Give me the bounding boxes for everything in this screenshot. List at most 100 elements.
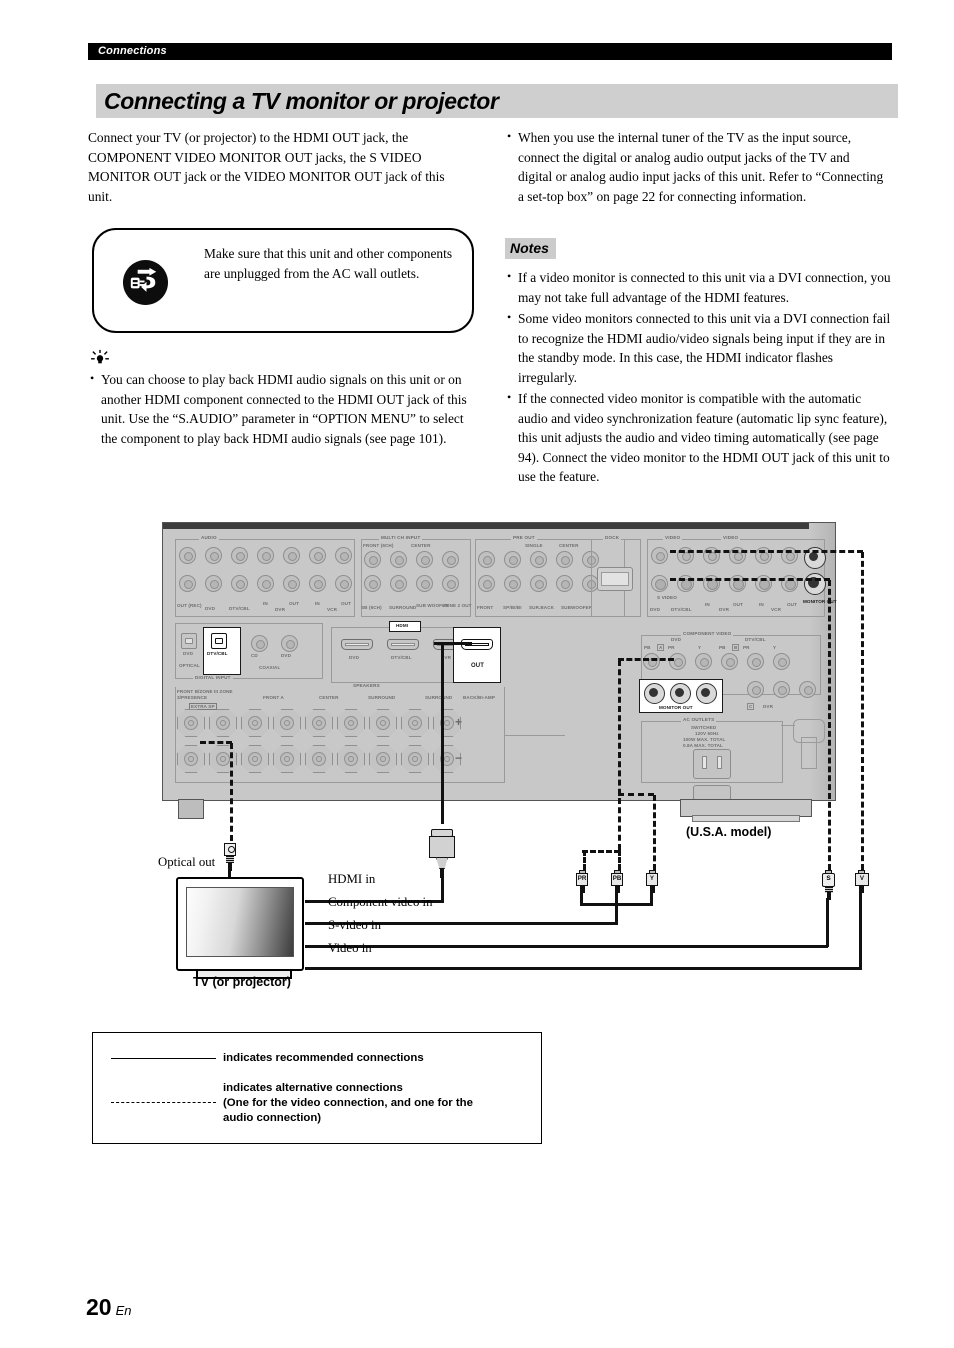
notes-list: If a video monitor is connected to this … <box>505 267 891 489</box>
audio-label-6: IN <box>315 601 320 606</box>
comp-label-pr-b: PR <box>743 645 750 650</box>
jack <box>530 575 547 592</box>
audio-label-8: OUT <box>341 601 351 606</box>
jack <box>747 681 764 698</box>
jack <box>364 551 381 568</box>
component-monitor-out-y[interactable] <box>696 683 717 704</box>
speaker-terminal <box>209 709 237 737</box>
jack <box>257 547 274 564</box>
component-monitor-out-pb[interactable] <box>644 683 665 704</box>
component-cable-dashed-drop2 <box>618 850 621 870</box>
hdmi-dvd-label: DVD <box>349 655 359 660</box>
dock-port <box>597 567 633 591</box>
s-video-cable-down <box>826 898 829 947</box>
multi-label-surround: SURROUND <box>389 605 417 610</box>
optical-dtv-port[interactable] <box>211 633 227 649</box>
hdmi-dtv-port <box>387 639 419 650</box>
jack <box>205 575 222 592</box>
jack <box>205 547 222 564</box>
tv-monitor <box>176 877 304 971</box>
multi-label-center: CENTER <box>411 543 431 548</box>
left-column: Connect your TV (or projector) to the HD… <box>88 128 470 206</box>
group-label-multi-ch: MULTI CH INPUT <box>379 535 423 540</box>
speaker-label-extrasp: EXTRA SP <box>189 703 217 710</box>
page-footer: 20 En <box>86 1294 132 1321</box>
group-label-s-video: S VIDEO <box>655 595 680 600</box>
component-cable-dashed-vertical <box>618 660 621 850</box>
s-video-cable-dashed-top <box>670 578 830 581</box>
jack <box>416 575 433 592</box>
optical-label: OPTICAL <box>179 663 200 668</box>
audio-label-3: IN <box>263 601 268 606</box>
panel-foot-left <box>178 799 204 819</box>
jack <box>643 653 660 670</box>
legend-box: indicates recommended connections indica… <box>92 1032 542 1144</box>
right-bullet-0: When you use the internal tuner of the T… <box>505 127 887 206</box>
video-label-dvd: DVD <box>650 607 660 612</box>
legend-alternative-line1: indicates alternative connections <box>223 1082 403 1094</box>
speaker-label-center: CENTER <box>319 695 339 700</box>
legend-dashed-line <box>111 1102 216 1103</box>
speaker-terminal <box>273 709 301 737</box>
component-connector-pb: PB <box>610 870 624 894</box>
page-number: 20 <box>86 1294 112 1320</box>
speaker-terminal <box>305 709 333 737</box>
usa-model-label: (U.S.A. model) <box>686 825 772 839</box>
video-cable-dashed <box>861 552 864 870</box>
video-connector: V <box>854 870 870 894</box>
panel-foot-right-lip <box>692 815 800 822</box>
comp-label-c: C <box>747 703 755 710</box>
page-language: En <box>115 1303 132 1318</box>
multi-label-zone2: ZONE 2 OUT <box>443 603 472 608</box>
connector-tag: Y <box>649 875 655 882</box>
coax-dvd-jack <box>281 635 298 652</box>
comp-label-pb-b: PB <box>719 645 726 650</box>
speaker-label-fronta: FRONT A <box>263 695 284 700</box>
speaker-label-surround2: SURROUND <box>425 695 453 700</box>
speaker-polarity-plus: + <box>455 715 463 729</box>
group-label-hdmi: HDMI <box>396 623 409 628</box>
speaker-terminal <box>241 709 269 737</box>
group-label-component-video: COMPONENT VIDEO <box>681 631 734 636</box>
connection-diagram: AUDIO OUT (REC) DVD DTV/CBL IN DVR OUT I… <box>0 505 954 1015</box>
s-video-monitor-out-jack[interactable] <box>804 573 826 595</box>
jack <box>283 547 300 564</box>
jack <box>283 575 300 592</box>
callout-s-video-in: S-video in <box>328 918 381 932</box>
legend-alternative-line3: audio connection) <box>223 1112 322 1124</box>
jack <box>669 653 686 670</box>
component-connector-y: Y <box>645 870 659 894</box>
tv-screen <box>186 887 294 957</box>
optical-dvd-port <box>181 633 197 649</box>
hdmi-dvd-port <box>341 639 373 650</box>
panel-lower-divider <box>505 735 565 783</box>
audio-label-1: DVD <box>205 606 215 611</box>
video-label-in2: IN <box>759 602 764 607</box>
tip-list: You can choose to play back HDMI audio s… <box>88 369 478 450</box>
speaker-label-frontb: FRONT B/ZONE III ZONE 3/PRESENCE <box>177 689 233 700</box>
ac-voltage-label: 120V 60Hz <box>695 731 719 736</box>
multi-label-sb: SB (6CH) <box>361 605 382 610</box>
callout-hdmi-in: HDMI in <box>328 872 376 886</box>
speaker-terminal <box>401 745 429 773</box>
hdmi-out-label: OUT <box>471 663 484 669</box>
jack <box>530 551 547 568</box>
monitor-out-label: MONITOR OUT <box>803 599 837 604</box>
legend-recommended-text: indicates recommended connections <box>223 1052 424 1064</box>
legend-solid-line <box>111 1058 216 1059</box>
component-monitor-out-label: MONITOR OUT <box>659 705 693 710</box>
optical-dtv-label: DTV/CBL <box>207 651 228 656</box>
multi-label-front: FRONT (6CH) <box>363 543 394 548</box>
audio-label-2: DTV/CBL <box>229 606 250 611</box>
ac-watt-label: 100W MAX. TOTAL <box>683 737 726 742</box>
page-title-bar: Connecting a TV monitor or projector <box>96 84 898 118</box>
hdmi-dtv-label: DTV/CBL <box>391 655 412 660</box>
component-monitor-out-pr[interactable] <box>670 683 691 704</box>
note-item-0: If a video monitor is connected to this … <box>505 267 891 307</box>
connector-tag: PR <box>577 875 587 882</box>
jack <box>504 575 521 592</box>
callout-component-video-in: Component video in <box>328 895 433 909</box>
jack <box>335 575 352 592</box>
group-label-pre-out: PRE OUT <box>511 535 537 540</box>
component-cable-dashed-join <box>618 793 654 796</box>
